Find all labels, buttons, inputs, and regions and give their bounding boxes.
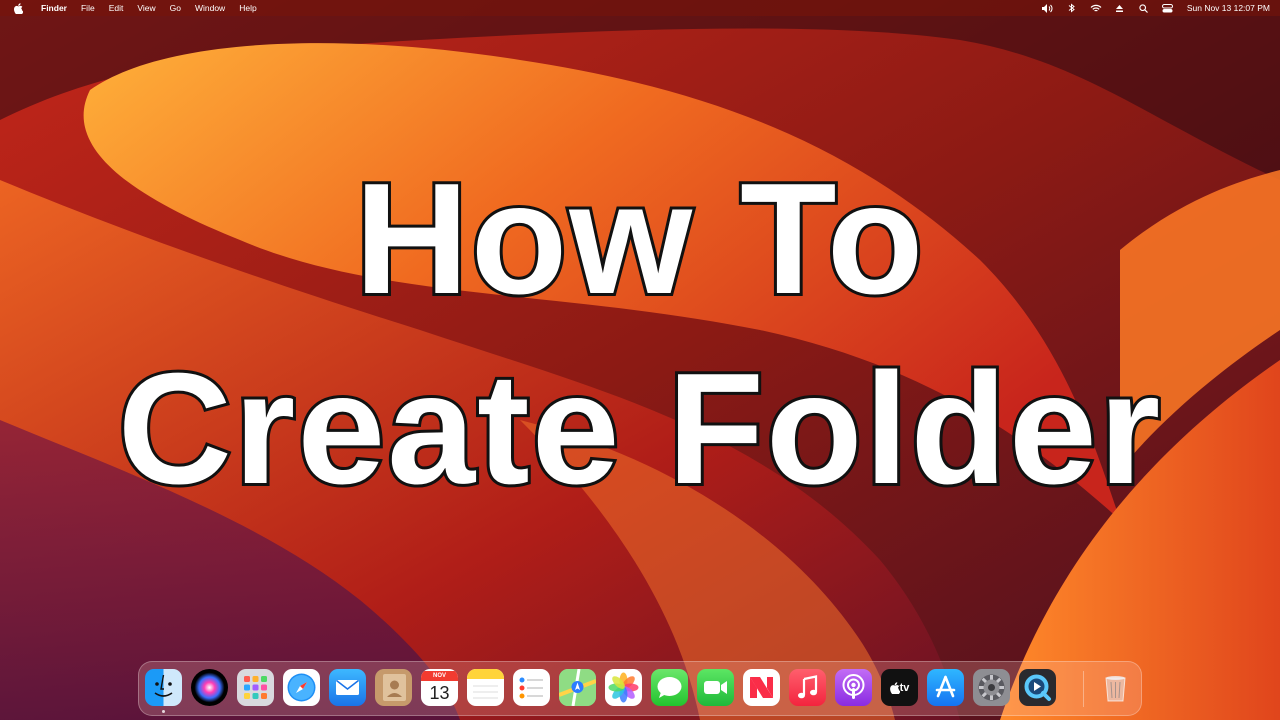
podcasts-icon[interactable] <box>835 669 872 706</box>
menu-bar: Finder File Edit View Go Window Help Sun… <box>0 0 1280 16</box>
menu-file[interactable]: File <box>74 0 102 16</box>
running-indicator <box>162 710 165 713</box>
music-icon[interactable] <box>789 669 826 706</box>
notes-icon[interactable] <box>467 669 504 706</box>
launchpad-icon[interactable] <box>237 669 274 706</box>
wifi-icon[interactable] <box>1089 0 1103 16</box>
maps-icon[interactable] <box>559 669 596 706</box>
mail-icon[interactable] <box>329 669 366 706</box>
quicktime-player-icon[interactable] <box>1019 669 1056 706</box>
calendar-day: 13 <box>429 682 450 703</box>
headline-line-1: How To <box>352 151 927 327</box>
siri-icon[interactable] <box>191 669 228 706</box>
calendar-icon[interactable]: NOV 13 <box>421 669 458 706</box>
menu-go[interactable]: Go <box>163 0 188 16</box>
system-preferences-icon[interactable] <box>973 669 1010 706</box>
dock-separator <box>1083 671 1084 707</box>
messages-icon[interactable] <box>651 669 688 706</box>
news-icon[interactable] <box>743 669 780 706</box>
menu-view[interactable]: View <box>130 0 162 16</box>
facetime-icon[interactable] <box>697 669 734 706</box>
dock: NOV 13 tv <box>138 661 1142 716</box>
apple-logo-icon[interactable] <box>12 0 24 16</box>
trash-icon[interactable] <box>1097 669 1134 706</box>
eject-icon[interactable] <box>1113 0 1127 16</box>
headline-line-2: Create Folder <box>115 341 1164 517</box>
calendar-month: NOV <box>421 670 458 681</box>
app-store-icon[interactable] <box>927 669 964 706</box>
contacts-icon[interactable] <box>375 669 412 706</box>
volume-icon[interactable] <box>1041 0 1055 16</box>
reminders-icon[interactable] <box>513 669 550 706</box>
tv-label: tv <box>899 681 910 694</box>
control-center-icon[interactable] <box>1161 0 1175 16</box>
menu-window[interactable]: Window <box>188 0 232 16</box>
menu-clock[interactable]: Sun Nov 13 12:07 PM <box>1187 0 1270 16</box>
tv-icon[interactable]: tv <box>881 669 918 706</box>
menu-finder[interactable]: Finder <box>34 0 74 16</box>
menu-edit[interactable]: Edit <box>102 0 131 16</box>
safari-icon[interactable] <box>283 669 320 706</box>
bluetooth-icon[interactable] <box>1065 0 1079 16</box>
photos-icon[interactable] <box>605 669 642 706</box>
search-icon[interactable] <box>1137 0 1151 16</box>
finder-icon[interactable] <box>145 669 182 706</box>
menu-help[interactable]: Help <box>232 0 263 16</box>
